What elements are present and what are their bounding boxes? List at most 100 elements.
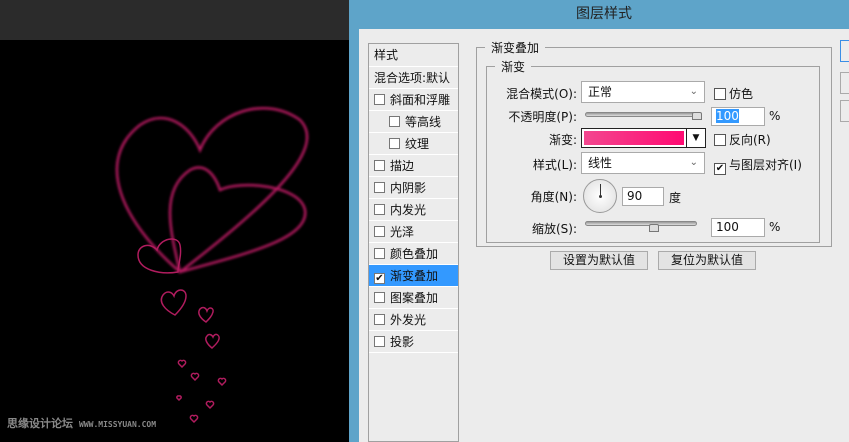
angle-label: 角度(N):	[530, 190, 577, 204]
align-label: 与图层对齐(I)	[729, 158, 802, 172]
heart-middle	[168, 166, 307, 274]
triangle-down-icon[interactable]: ▼	[686, 129, 705, 147]
document-canvas	[0, 40, 349, 442]
style-item-label: 斜面和浮雕	[390, 93, 451, 107]
group-title: 渐变	[495, 58, 532, 75]
opacity-input[interactable]: 100	[711, 107, 765, 126]
opacity-slider[interactable]	[585, 112, 697, 117]
checkbox-icon[interactable]	[374, 94, 385, 105]
style-item-label: 颜色叠加	[390, 247, 439, 261]
style-item-label: 渐变叠加	[390, 269, 439, 283]
style-item[interactable]: 投影	[369, 331, 458, 353]
heart-tiny	[177, 359, 187, 369]
watermark-url: WWW.MISSYUAN.COM	[79, 420, 157, 429]
style-item-label: 图案叠加	[390, 291, 439, 305]
opacity-value: 100	[716, 109, 739, 123]
scale-unit: %	[769, 220, 781, 234]
cancel-button[interactable]	[840, 72, 849, 94]
heart-tiny	[205, 400, 215, 410]
hearts-artwork	[115, 106, 309, 424]
angle-dial-center	[599, 195, 602, 198]
heart-small	[198, 306, 214, 323]
checkmark-icon: ✔	[714, 163, 726, 175]
heart-small	[205, 333, 220, 350]
style-item[interactable]: 等高线	[369, 111, 458, 133]
ok-button[interactable]	[840, 40, 849, 62]
set-default-button[interactable]: 设置为默认值	[550, 251, 648, 270]
style-item-label: 纹理	[405, 137, 430, 151]
scale-slider[interactable]	[585, 221, 697, 226]
style-item-label: 内阴影	[390, 181, 427, 195]
checkbox-icon	[714, 88, 726, 100]
style-item[interactable]: 外发光	[369, 309, 458, 331]
style-list: 样式 混合选项:默认 斜面和浮雕等高线纹理描边内阴影内发光光泽颜色叠加 ✔ 渐变叠加…	[368, 43, 459, 442]
angle-input[interactable]: 90	[622, 187, 664, 206]
heart-tiny	[176, 395, 182, 402]
blend-mode-select[interactable]: 正常 ⌄	[581, 81, 705, 103]
blending-options[interactable]: 混合选项:默认	[369, 67, 458, 89]
chevron-down-icon: ⌄	[689, 157, 698, 168]
style-item[interactable]: 纹理	[369, 133, 458, 155]
style-select[interactable]: 线性 ⌄	[581, 152, 705, 174]
checkbox-icon[interactable]	[374, 226, 385, 237]
heart-tiny	[217, 377, 227, 387]
dither-label: 仿色	[729, 87, 754, 101]
opacity-unit: %	[769, 109, 781, 123]
scale-label: 缩放(S):	[531, 222, 577, 236]
checkmark-icon[interactable]: ✔	[374, 273, 385, 284]
style-item[interactable]: 光泽	[369, 221, 458, 243]
angle-unit: 度	[669, 191, 682, 205]
app-toolbar-strip	[0, 0, 349, 40]
style-item-label: 描边	[390, 159, 415, 173]
gradient-picker[interactable]: ▼	[581, 128, 706, 148]
style-item-label: 光泽	[390, 225, 415, 239]
checkbox-icon[interactable]	[374, 160, 385, 171]
style-item[interactable]: 内发光	[369, 199, 458, 221]
opacity-label: 不透明度(P):	[508, 110, 577, 124]
watermark-text: 思缘设计论坛	[7, 417, 73, 430]
scale-input[interactable]: 100	[711, 218, 765, 237]
dialog-title[interactable]: 图层样式	[359, 0, 849, 29]
blend-mode-value: 正常	[588, 85, 613, 99]
scale-slider-thumb[interactable]	[649, 224, 659, 232]
reverse-label: 反向(R)	[729, 133, 771, 147]
checkbox-icon[interactable]	[374, 292, 385, 303]
checkbox-icon[interactable]	[374, 336, 385, 347]
checkbox-icon[interactable]	[374, 182, 385, 193]
angle-dial[interactable]	[583, 179, 617, 213]
checkbox-icon	[714, 134, 726, 146]
heart-tiny	[189, 414, 199, 424]
dither-checkbox[interactable]: 仿色	[714, 85, 753, 102]
gradient-preview[interactable]	[584, 131, 684, 145]
reverse-checkbox[interactable]: 反向(R)	[714, 131, 771, 148]
style-item[interactable]: 描边	[369, 155, 458, 177]
panel-title: 渐变叠加	[485, 39, 546, 56]
style-item[interactable]: 颜色叠加	[369, 243, 458, 265]
window-edge	[349, 0, 359, 442]
blend-mode-label: 混合模式(O):	[506, 87, 577, 101]
checkbox-icon[interactable]	[374, 314, 385, 325]
style-item[interactable]: ✔ 渐变叠加	[369, 265, 458, 287]
checkbox-icon[interactable]	[374, 204, 385, 215]
style-item[interactable]: 图案叠加	[369, 287, 458, 309]
style-label: 样式(L):	[532, 158, 577, 172]
style-list-header[interactable]: 样式	[369, 44, 458, 67]
checkbox-icon[interactable]	[389, 116, 400, 127]
style-item[interactable]: 斜面和浮雕	[369, 89, 458, 111]
style-item-label: 投影	[390, 335, 415, 349]
watermark: 思缘设计论坛 WWW.MISSYUAN.COM	[7, 415, 162, 431]
heart-small	[160, 289, 187, 316]
new-style-button[interactable]	[840, 100, 849, 122]
style-item-label: 内发光	[390, 203, 427, 217]
align-with-layer-checkbox[interactable]: ✔ 与图层对齐(I)	[714, 156, 802, 175]
checkbox-icon[interactable]	[374, 248, 385, 259]
reset-default-button[interactable]: 复位为默认值	[658, 251, 756, 270]
checkbox-icon[interactable]	[389, 138, 400, 149]
style-item-label: 外发光	[390, 313, 427, 327]
gradient-label: 渐变:	[548, 133, 577, 147]
opacity-slider-thumb[interactable]	[692, 112, 702, 120]
style-item[interactable]: 内阴影	[369, 177, 458, 199]
heart-tiny	[190, 372, 200, 382]
style-value: 线性	[588, 156, 613, 170]
chevron-down-icon: ⌄	[689, 86, 698, 97]
